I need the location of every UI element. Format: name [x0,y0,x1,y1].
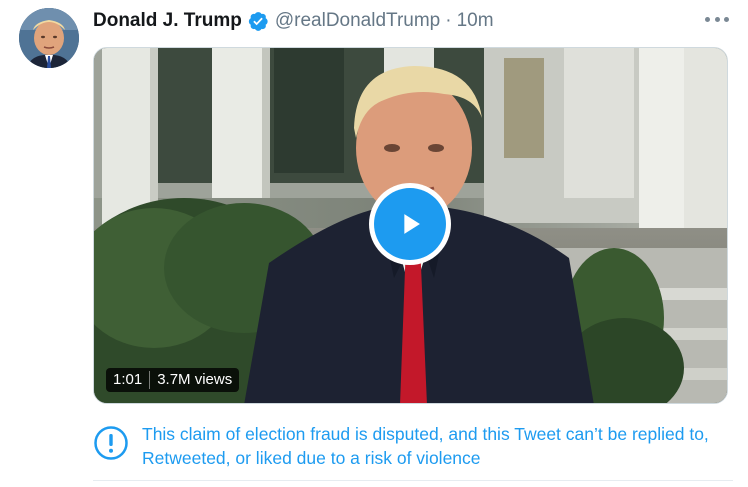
user-handle[interactable]: @realDonaldTrump [275,9,440,33]
view-count: 3.7M views [157,371,233,388]
video-badges: 1:01 3.7M views [106,368,240,392]
video-duration: 1:01 [113,371,143,388]
avatar[interactable] [19,8,79,68]
verified-badge-icon [247,10,269,32]
notice-text[interactable]: This claim of election fraud is disputed… [142,422,732,470]
more-options-icon[interactable] [705,14,729,24]
video-player[interactable]: 1:01 3.7M views [93,47,728,404]
play-button[interactable] [369,183,451,265]
disputed-claim-notice[interactable]: This claim of election fraud is disputed… [93,422,733,472]
tweet-header: Donald J. Trump @realDonaldTrump · 10m [93,9,494,33]
header-separator: · [445,10,452,31]
divider [93,480,733,481]
more-dot [714,16,720,22]
tweet: Donald J. Trump @realDonaldTrump · 10m 1… [0,0,748,487]
more-dot [705,16,710,22]
avatar-image [19,8,79,68]
more-dot [724,16,729,22]
display-name[interactable]: Donald J. Trump [93,9,242,33]
exclamation-circle-icon [93,425,129,461]
play-icon [374,188,446,260]
tweet-timestamp[interactable]: 10m [457,9,494,33]
